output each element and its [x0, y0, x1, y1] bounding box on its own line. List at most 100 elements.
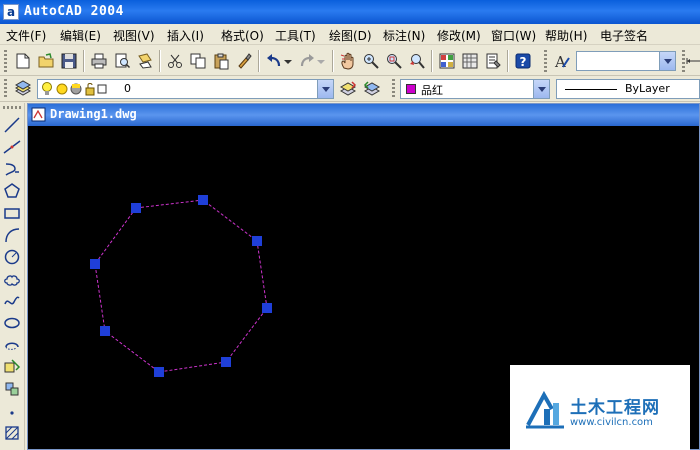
menu-modify[interactable]: 修改(M) [437, 27, 481, 44]
menu-help[interactable]: 帮助(H) [545, 27, 587, 44]
zoom-previous-button[interactable] [406, 50, 428, 72]
paste-button[interactable] [210, 50, 232, 72]
menu-insert[interactable]: 插入(I) [167, 27, 204, 44]
zoom-realtime-button[interactable] [360, 50, 382, 72]
linetype-preview-line [565, 89, 617, 90]
polygon-button[interactable] [2, 181, 22, 201]
cut-button[interactable] [164, 50, 186, 72]
menu-tools[interactable]: 工具(T) [275, 27, 316, 44]
grip-handle[interactable] [100, 326, 110, 336]
point-button[interactable] [2, 401, 22, 421]
grip-handle[interactable] [262, 303, 272, 313]
grip-handle[interactable] [221, 357, 231, 367]
arc-button[interactable] [2, 225, 22, 245]
ellipse-button[interactable] [2, 313, 22, 333]
svg-text:?: ? [520, 55, 527, 69]
menu-view[interactable]: 视图(V) [113, 27, 155, 44]
polyline-button[interactable] [2, 159, 22, 179]
toolbar-separator [258, 50, 260, 72]
menu-dimension[interactable]: 标注(N) [383, 27, 425, 44]
menu-edit[interactable]: 编辑(E) [60, 27, 101, 44]
lock-open-icon [85, 83, 95, 96]
toolbar-grip[interactable] [544, 50, 547, 72]
menu-window[interactable]: 窗口(W) [491, 27, 536, 44]
dimension-style-icon [686, 58, 700, 64]
save-button[interactable] [58, 50, 80, 72]
chevron-down-icon [284, 60, 292, 64]
text-style-combo[interactable] [576, 51, 676, 71]
toolbar-grip[interactable] [3, 106, 21, 109]
new-button[interactable] [12, 50, 34, 72]
menu-draw[interactable]: 绘图(D) [329, 27, 372, 44]
current-layer-name: 0 [124, 82, 131, 95]
construction-line-button[interactable] [2, 137, 22, 157]
layer-previous-button[interactable] [361, 78, 383, 100]
rectangle-button[interactable] [2, 203, 22, 223]
redo-arrow-icon [300, 54, 314, 67]
color-control-combo[interactable]: 品红 [400, 79, 550, 99]
spline-button[interactable] [2, 291, 22, 311]
grip-handle[interactable] [90, 259, 100, 269]
drawing-title-bar[interactable]: Drawing1.dwg [28, 104, 699, 126]
hatch-button[interactable] [2, 423, 22, 443]
autocad-app-icon[interactable]: a [3, 4, 19, 20]
watermark-url: www.civilcn.com [570, 417, 653, 428]
insert-block-button[interactable] [2, 357, 22, 377]
help-button[interactable]: ? [512, 50, 534, 72]
circle-button[interactable] [2, 247, 22, 267]
publish-button[interactable] [134, 50, 156, 72]
grip-handle[interactable] [252, 236, 262, 246]
revision-cloud-icon [4, 275, 20, 286]
undo-dropdown[interactable] [282, 50, 294, 72]
layer-combo[interactable]: 0 [37, 79, 334, 99]
toolbar-grip[interactable] [4, 79, 7, 99]
grip-handle[interactable] [198, 195, 208, 205]
chevron-down-icon[interactable] [659, 52, 675, 70]
revision-cloud-button[interactable] [2, 269, 22, 289]
pan-realtime-button[interactable] [337, 50, 359, 72]
properties-button[interactable] [436, 50, 458, 72]
print-preview-button[interactable] [111, 50, 133, 72]
design-center-button[interactable] [459, 50, 481, 72]
linetype-control-combo[interactable]: ByLayer [556, 79, 700, 99]
text-style-button[interactable]: A [551, 50, 573, 72]
insert-block-icon [4, 359, 21, 373]
menu-format[interactable]: 格式(O) [221, 27, 264, 44]
grip-handle[interactable] [131, 203, 141, 213]
ellipse-arc-button[interactable] [2, 335, 22, 355]
menu-digital-signature[interactable]: 电子签名 [600, 27, 648, 44]
tool-palettes-button[interactable] [482, 50, 504, 72]
polyline-icon [5, 163, 19, 176]
match-properties-button[interactable] [233, 50, 255, 72]
chevron-down-icon[interactable] [317, 80, 333, 98]
toolbar-grip[interactable] [682, 50, 685, 72]
viewport-freeze-icon [70, 83, 82, 95]
redo-dropdown[interactable] [315, 50, 327, 72]
menu-file[interactable]: 文件(F) [6, 27, 46, 44]
copy-button[interactable] [187, 50, 209, 72]
line-tool-button[interactable] [2, 115, 22, 135]
copy-icon [190, 53, 206, 69]
grip-handle[interactable] [154, 367, 164, 377]
color-value: 品红 [421, 84, 443, 97]
ellipse-icon [4, 317, 20, 329]
make-block-button[interactable] [2, 379, 22, 399]
publish-icon [138, 53, 152, 69]
window-title: AutoCAD 2004 [24, 4, 124, 19]
print-button[interactable] [88, 50, 110, 72]
make-object-layer-current-button[interactable] [337, 78, 359, 100]
toolbar-grip[interactable] [4, 50, 7, 72]
chevron-down-icon[interactable] [533, 80, 549, 98]
tool-palette-icon [486, 53, 501, 69]
layers-stack-icon [14, 80, 32, 96]
title-bar[interactable]: a AutoCAD 2004 [0, 0, 700, 24]
zoom-window-button[interactable] [383, 50, 405, 72]
toolbar-grip[interactable] [392, 79, 395, 99]
open-button[interactable] [35, 50, 57, 72]
spline-icon [4, 296, 20, 305]
layer-manager-button[interactable] [12, 78, 34, 100]
linetype-value: ByLayer [625, 82, 670, 95]
design-center-icon [462, 53, 478, 69]
drawing-document-icon[interactable] [31, 107, 46, 122]
dimension-style-button[interactable] [686, 50, 700, 72]
